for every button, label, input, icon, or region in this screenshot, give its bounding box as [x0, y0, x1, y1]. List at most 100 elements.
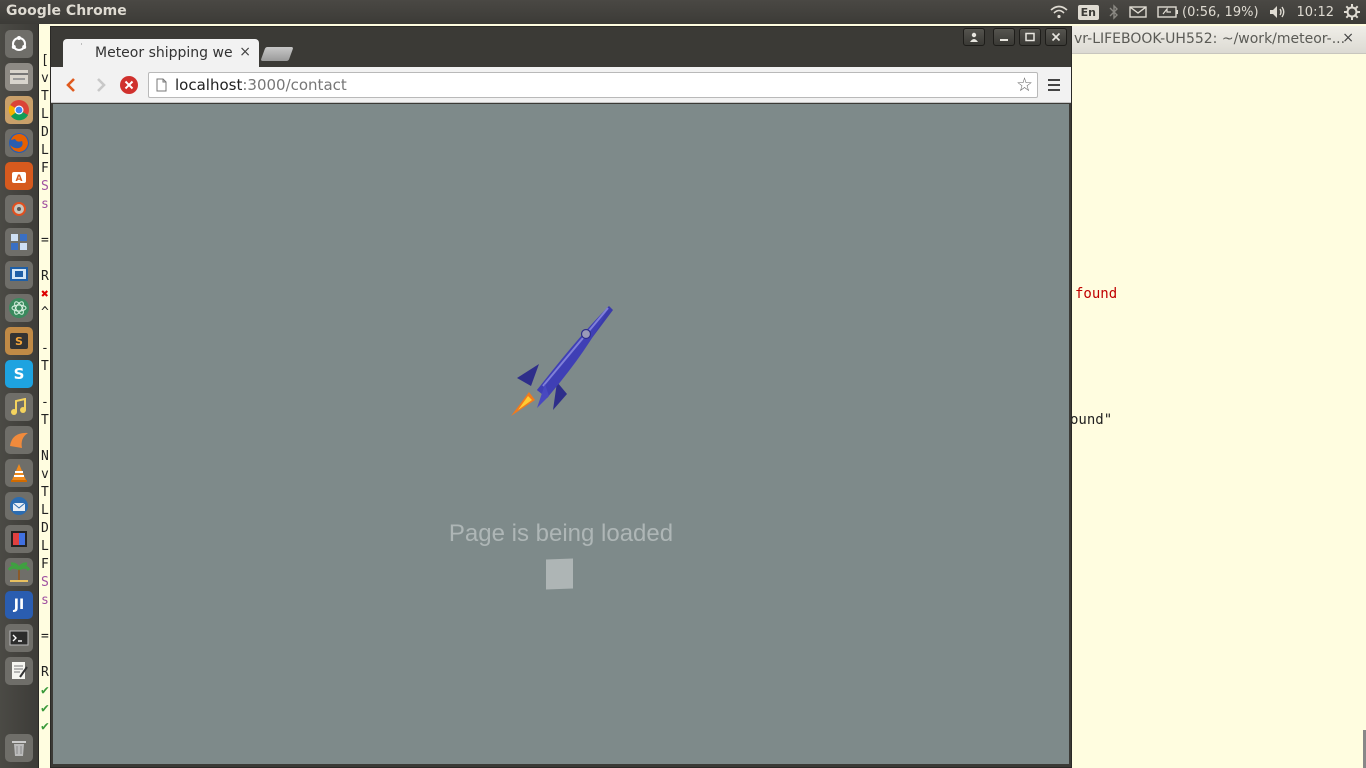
profile-icon[interactable]: [963, 28, 985, 46]
terminal-strip-char: ^: [41, 305, 49, 320]
url-path: :3000/contact: [242, 76, 347, 94]
terminal-strip-char: s: [41, 593, 49, 608]
rocket-icon: [511, 306, 613, 416]
bookmark-star-icon[interactable]: ☆: [1016, 74, 1033, 96]
keyboard-layout-indicator[interactable]: En: [1077, 4, 1100, 20]
trash-icon[interactable]: [5, 734, 33, 762]
text-editor-icon[interactable]: [5, 657, 33, 685]
terminal-line: ound": [1070, 412, 1113, 428]
battery-status: (0:56, 19%): [1182, 4, 1259, 20]
bluetooth-icon[interactable]: [1109, 4, 1119, 20]
terminal-strip-char: ✔: [41, 701, 49, 716]
background-terminal-close-button[interactable]: ×: [1342, 30, 1354, 46]
terminal-icon[interactable]: [5, 624, 33, 652]
terminal-strip-char: S: [41, 179, 49, 194]
terminal-strip-char: L: [41, 539, 49, 554]
page-viewport: Page is being loaded: [53, 104, 1069, 764]
clock[interactable]: 10:12: [1297, 5, 1334, 20]
terminal-line: found: [1075, 286, 1118, 302]
terminal-strip-char: -: [41, 341, 49, 356]
terminal-strip-char: v: [41, 71, 49, 86]
launcher: A S S JI: [0, 24, 39, 768]
url-host: localhost: [175, 76, 243, 94]
tab-title: Meteor shipping we: [95, 45, 233, 61]
mail-icon[interactable]: [1129, 6, 1147, 18]
terminal-strip-char: T: [41, 359, 49, 374]
chrome-menu-icon[interactable]: [1045, 76, 1063, 94]
new-tab-button[interactable]: [260, 47, 294, 61]
stop-loading-button[interactable]: [117, 73, 141, 97]
url-text: localhost:3000/contact: [175, 76, 347, 94]
vlc-icon[interactable]: [5, 459, 33, 487]
loading-throbber-icon: ˙: [79, 43, 84, 54]
thunderbird-icon[interactable]: [5, 492, 33, 520]
volume-icon[interactable]: [1269, 5, 1287, 19]
terminal-strip-char: L: [41, 503, 49, 518]
svg-text:S: S: [15, 335, 23, 348]
chrome-icon[interactable]: [5, 96, 33, 124]
background-terminal-titlebar[interactable]: vr-LIFEBOOK-UH552: ~/work/meteor-... ×: [1070, 26, 1366, 54]
battery-indicator[interactable]: (0:56, 19%): [1157, 5, 1259, 20]
terminal-strip-char: L: [41, 143, 49, 158]
maximize-icon[interactable]: [1019, 28, 1041, 46]
music-icon[interactable]: [5, 393, 33, 421]
terminal-strip-char: v: [41, 467, 49, 482]
top-panel: Google Chrome En (0:56, 19%) 10:12: [0, 0, 1366, 24]
browser-toolbar: localhost:3000/contact ☆: [51, 67, 1071, 103]
tab-strip: ˙ Meteor shipping we ×: [51, 27, 1071, 69]
sublime-text-icon[interactable]: S: [5, 327, 33, 355]
chrome-window: ˙ Meteor shipping we × localhost:3000/co…: [50, 26, 1072, 768]
orange-icon[interactable]: [5, 426, 33, 454]
terminal-strip-char: s: [41, 197, 49, 212]
indicator-area: En (0:56, 19%) 10:12: [1050, 0, 1360, 24]
terminal-strip-char: =: [41, 233, 49, 248]
terminal-strip-char: ✖: [41, 287, 49, 302]
files-icon[interactable]: [5, 63, 33, 91]
page-icon: [156, 78, 167, 96]
close-icon[interactable]: [1045, 28, 1067, 46]
tab-close-button[interactable]: ×: [239, 44, 251, 60]
active-app-title: Google Chrome: [6, 3, 127, 19]
terminal-strip-char: T: [41, 485, 49, 500]
back-button[interactable]: [59, 73, 83, 97]
workspace-icon[interactable]: [5, 228, 33, 256]
settings-icon[interactable]: [5, 195, 33, 223]
atom-icon[interactable]: [5, 294, 33, 322]
wifi-icon[interactable]: [1050, 5, 1068, 19]
terminal-strip-char: T: [41, 413, 49, 428]
terminal-strip-char: ✔: [41, 683, 49, 698]
terminal-strip-char: [: [41, 53, 49, 68]
terminal-strip-char: -: [41, 395, 49, 410]
terminal-strip-char: =: [41, 629, 49, 644]
minimize-icon[interactable]: [993, 28, 1015, 46]
terminal-strip-char: F: [41, 161, 49, 176]
terminal-strip-char: ✔: [41, 719, 49, 734]
palm-icon[interactable]: [5, 558, 33, 586]
jetbrains-icon[interactable]: JI: [5, 591, 33, 619]
terminal-strip-char: F: [41, 557, 49, 572]
loading-text: Page is being loaded: [448, 520, 674, 547]
gear-icon[interactable]: [1344, 4, 1360, 20]
svg-text:A: A: [16, 174, 23, 184]
image-icon[interactable]: [5, 525, 33, 553]
terminal-strip-char: S: [41, 575, 49, 590]
terminal-strip-char: N: [41, 449, 49, 464]
terminal-strip-char: D: [41, 125, 49, 140]
ubuntu-dash-icon[interactable]: [5, 30, 33, 58]
firefox-icon[interactable]: [5, 129, 33, 157]
terminal-strip-char: L: [41, 107, 49, 122]
background-terminal-title: vr-LIFEBOOK-UH552: ~/work/meteor-...: [1074, 31, 1346, 47]
terminal-strip-char: T: [41, 89, 49, 104]
address-bar[interactable]: localhost:3000/contact ☆: [148, 72, 1038, 98]
loading-spinner: [546, 558, 573, 590]
software-center-icon[interactable]: A: [5, 162, 33, 190]
background-terminal-content[interactable]: found ound": [1070, 54, 1366, 768]
virtualbox-icon[interactable]: [5, 261, 33, 289]
tab-active[interactable]: ˙ Meteor shipping we ×: [63, 39, 259, 69]
battery-icon: [1157, 6, 1179, 18]
terminal-strip-char: R: [41, 665, 49, 680]
forward-button[interactable]: [89, 73, 113, 97]
terminal-strip-char: R: [41, 269, 49, 284]
skype-icon[interactable]: S: [5, 360, 33, 388]
terminal-strip-char: D: [41, 521, 49, 536]
